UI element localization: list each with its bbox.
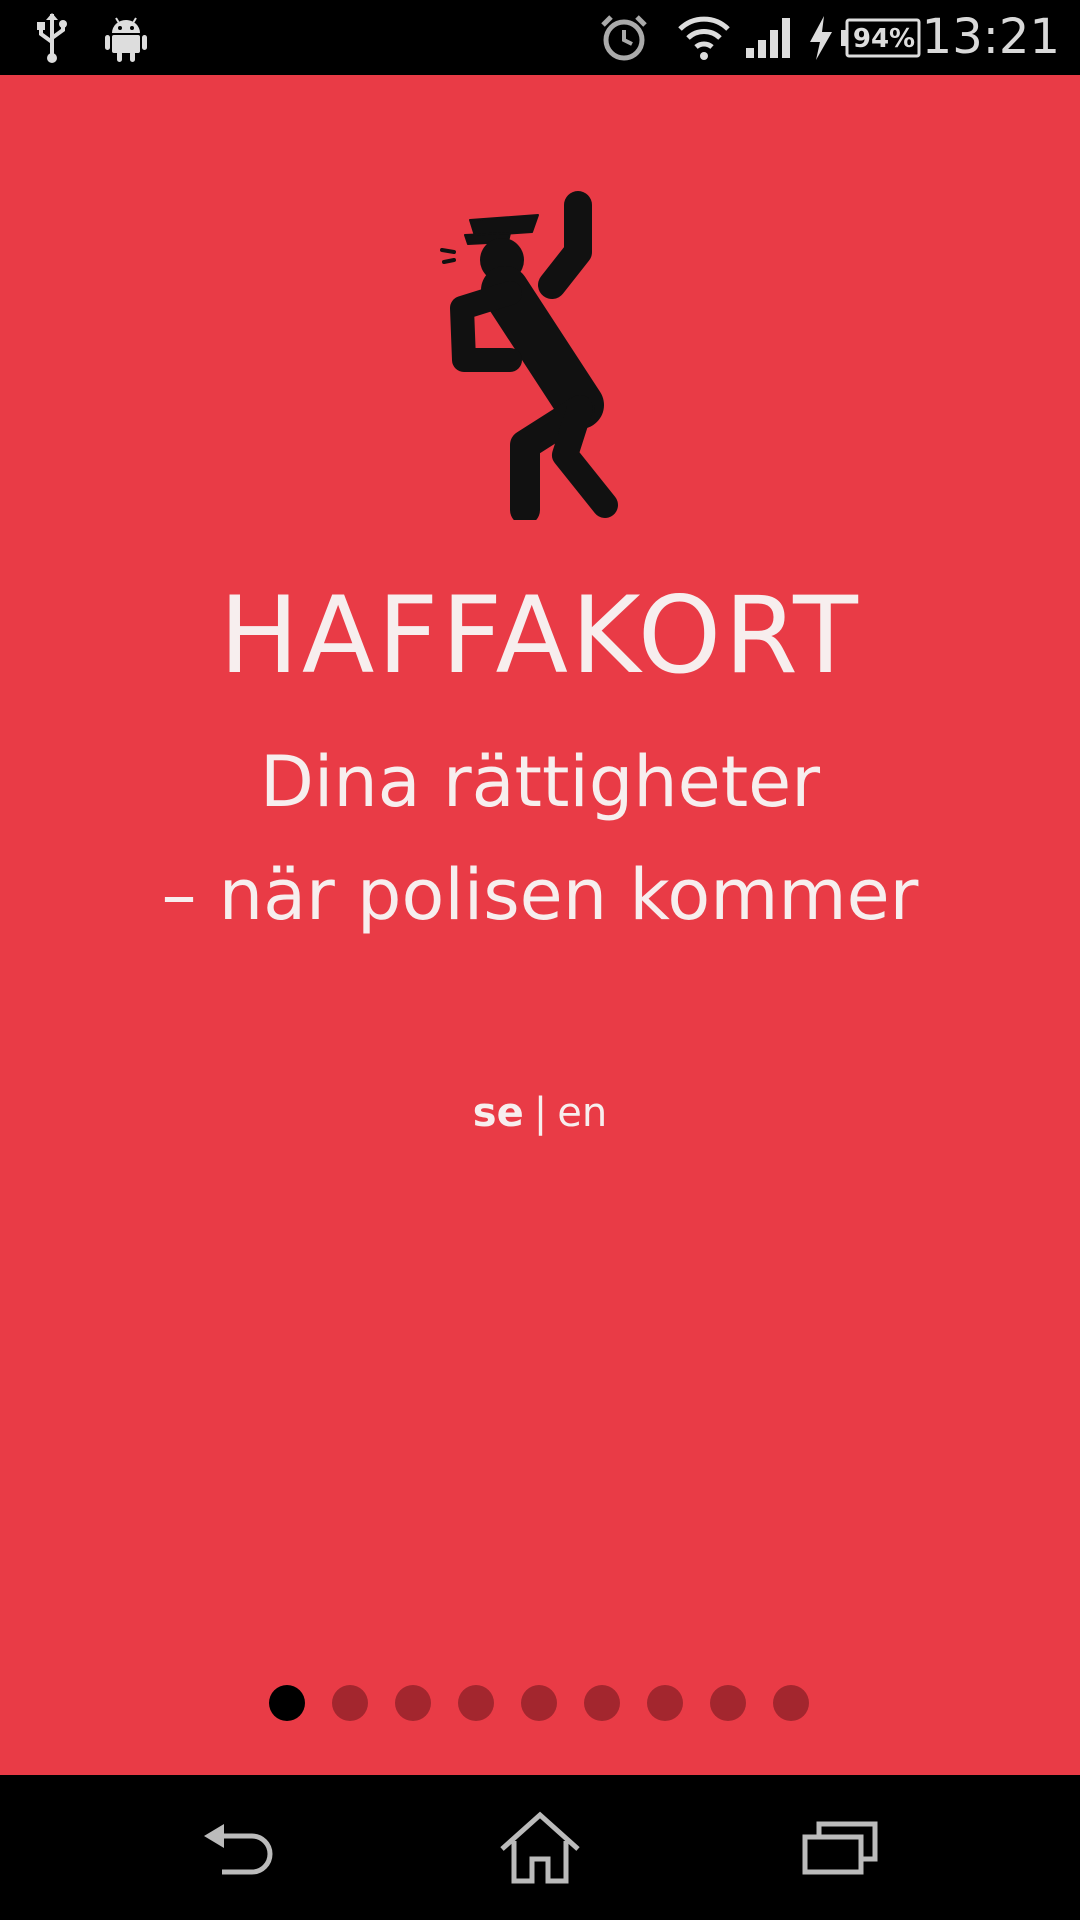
battery-level: 94% (853, 24, 915, 54)
language-separator: | (533, 1090, 548, 1136)
page-dot-4[interactable] (458, 1685, 494, 1721)
subtitle-line-1: Dina rättigheter (259, 741, 821, 823)
status-bar: 94% 13:21 (0, 0, 1080, 75)
home-icon[interactable] (440, 1775, 640, 1920)
language-option-se[interactable]: se (473, 1090, 524, 1136)
app-title: HAFFAKORT (219, 574, 861, 697)
signal-icon (744, 0, 796, 75)
page-indicator (0, 1685, 1080, 1725)
charging-icon (806, 0, 836, 75)
police-officer-whistle-icon (440, 190, 640, 525)
navigation-bar (0, 1775, 1080, 1920)
alarm-clock-icon (598, 0, 650, 75)
page-dot-7[interactable] (647, 1685, 683, 1721)
page-dot-1[interactable] (269, 1685, 305, 1721)
recent-apps-icon[interactable] (740, 1775, 940, 1920)
wifi-icon (676, 0, 732, 75)
page-dot-6[interactable] (584, 1685, 620, 1721)
clock-time: 13:21 (921, 9, 1060, 65)
page-dot-5[interactable] (521, 1685, 557, 1721)
battery-icon: 94% (840, 0, 922, 75)
page-dot-8[interactable] (710, 1685, 746, 1721)
page-dot-9[interactable] (773, 1685, 809, 1721)
language-option-en[interactable]: en (557, 1090, 607, 1136)
subtitle-line-2: – när polisen kommer (161, 854, 919, 936)
page-dot-3[interactable] (395, 1685, 431, 1721)
back-icon[interactable] (140, 1775, 340, 1920)
usb-icon (32, 0, 72, 75)
page-dot-2[interactable] (332, 1685, 368, 1721)
language-switcher: se | en (0, 1093, 1080, 1133)
intro-screen: HAFFAKORT Dina rättigheter – när polisen… (0, 75, 1080, 1775)
android-icon (102, 0, 150, 75)
